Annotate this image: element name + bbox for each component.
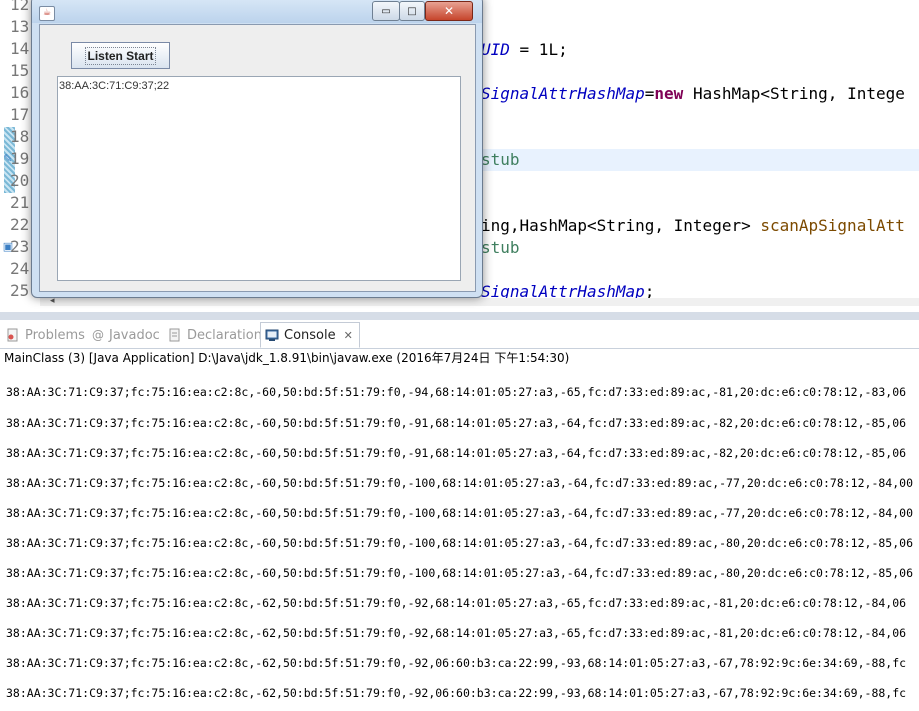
code-line-23: stub xyxy=(481,238,520,257)
console-line: 38:AA:3C:71:C9:37;fc:75:16:ea:c2:8c,-60,… xyxy=(6,506,913,520)
button-label: Listen Start xyxy=(85,46,156,65)
close-tab-icon[interactable]: ✕ xyxy=(344,329,353,342)
console-line: 38:AA:3C:71:C9:37;fc:75:16:ea:c2:8c,-62,… xyxy=(6,626,907,640)
at-icon: @ xyxy=(92,328,104,342)
console-output[interactable]: 38:AA:3C:71:C9:37;fc:75:16:ea:c2:8c,-60,… xyxy=(0,370,919,711)
window-content-pane: Listen Start 38:AA:3C:71:C9:37;22 xyxy=(39,24,476,292)
code-line-22: ing,HashMap<String, Integer> scanApSigna… xyxy=(481,215,905,237)
code-text: ing,HashMap<String, Integer> xyxy=(481,216,761,235)
console-icon xyxy=(265,328,279,342)
close-button[interactable]: ✕ xyxy=(425,1,473,21)
tab-problems[interactable]: Problems xyxy=(6,324,85,346)
code-text: = 1L; xyxy=(509,40,568,59)
editor-horizontal-scrollbar[interactable] xyxy=(40,298,919,306)
code-field: SignalAttrHashMap xyxy=(481,84,645,103)
eclipse-window: ✎ ▣ 12 13 14 15 16 17 18 19 20 21 22 23 … xyxy=(0,0,919,711)
tab-label: Declaration xyxy=(187,327,262,343)
view-separator[interactable] xyxy=(0,312,919,320)
output-text-area[interactable]: 38:AA:3C:71:C9:37;22 xyxy=(57,76,461,281)
java-app-icon: ☕ xyxy=(39,6,55,21)
console-line: 38:AA:3C:71:C9:37;fc:75:16:ea:c2:8c,-62,… xyxy=(6,596,907,610)
listen-start-button[interactable]: Listen Start xyxy=(71,42,170,69)
code-line-14: UID = 1L; xyxy=(481,39,568,61)
tab-javadoc[interactable]: @ Javadoc xyxy=(92,324,160,346)
code-keyword: new xyxy=(654,84,684,103)
text-area-content: 38:AA:3C:71:C9:37;22 xyxy=(59,80,170,92)
code-line-19: stub xyxy=(481,150,520,169)
tab-label: Console xyxy=(284,327,336,343)
bottom-view-tabs: Problems @ Javadoc Declaration Console ✕ xyxy=(0,322,919,349)
declaration-icon xyxy=(168,328,182,342)
code-line-16: SignalAttrHashMap=new HashMap<String, In… xyxy=(481,83,905,105)
maximize-button[interactable]: □ xyxy=(399,1,425,21)
console-line: 38:AA:3C:71:C9:37;fc:75:16:ea:c2:8c,-60,… xyxy=(6,446,907,460)
code-field: UID xyxy=(481,40,510,59)
minimize-icon: ▭ xyxy=(381,5,391,17)
console-line: 38:AA:3C:71:C9:37;fc:75:16:ea:c2:8c,-60,… xyxy=(6,476,913,490)
code-text: = xyxy=(644,84,655,103)
tab-console[interactable]: Console ✕ xyxy=(260,322,360,348)
maximize-icon: □ xyxy=(407,5,417,17)
problems-icon xyxy=(6,328,20,342)
code-text: HashMap<String, Intege xyxy=(683,84,905,103)
console-line: 38:AA:3C:71:C9:37;fc:75:16:ea:c2:8c,-62,… xyxy=(6,686,907,700)
console-line: 38:AA:3C:71:C9:37;fc:75:16:ea:c2:8c,-60,… xyxy=(6,566,913,580)
console-line: 38:AA:3C:71:C9:37;fc:75:16:ea:c2:8c,-60,… xyxy=(6,416,907,430)
console-line: 38:AA:3C:71:C9:37;fc:75:16:ea:c2:8c,-60,… xyxy=(6,385,907,399)
tab-declaration[interactable]: Declaration xyxy=(168,324,262,346)
console-line: 38:AA:3C:71:C9:37;fc:75:16:ea:c2:8c,-62,… xyxy=(6,656,907,670)
code-method: scanApSignalAtt xyxy=(760,216,905,235)
console-process-label: MainClass (3) [Java Application] D:\Java… xyxy=(4,351,570,365)
minimize-button[interactable]: ▭ xyxy=(372,1,400,21)
tab-label: Problems xyxy=(25,327,85,343)
close-icon: ✕ xyxy=(443,4,455,18)
console-line: 38:AA:3C:71:C9:37;fc:75:16:ea:c2:8c,-60,… xyxy=(6,536,913,550)
tab-label: Javadoc xyxy=(109,327,160,343)
java-app-window[interactable]: ☕ ▭ □ ✕ Listen Start 38:AA:3C:71:C9:37;2… xyxy=(31,0,483,298)
window-titlebar[interactable]: ☕ ▭ □ ✕ xyxy=(32,0,482,23)
